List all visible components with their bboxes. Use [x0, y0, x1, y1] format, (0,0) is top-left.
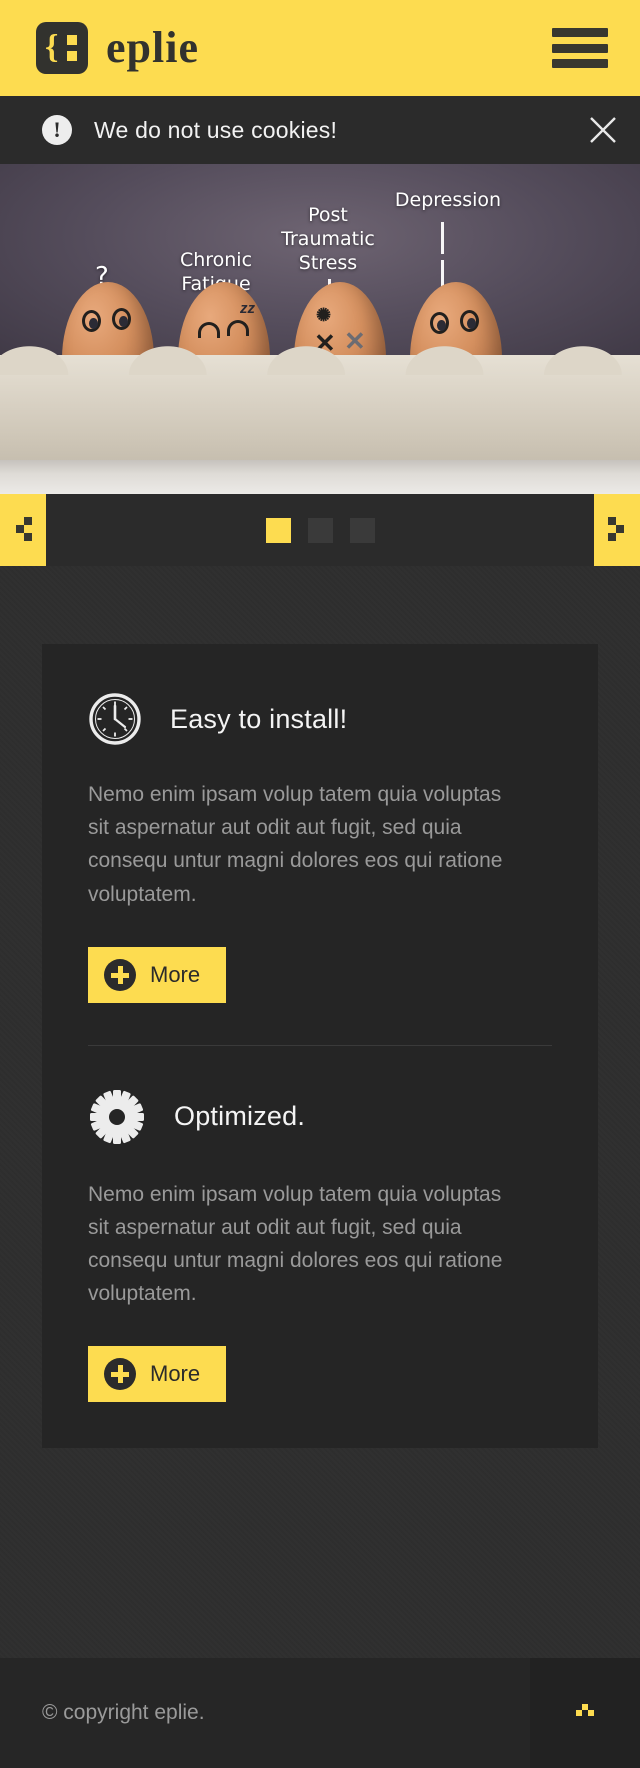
- cookie-notice-bar: ! We do not use cookies!: [0, 96, 640, 164]
- scroll-to-top-button[interactable]: [530, 1658, 640, 1768]
- slider-next-button[interactable]: [594, 494, 640, 566]
- logo-dot-bottom: [67, 51, 77, 61]
- features-card: Easy to install! Nemo enim ipsam volup t…: [42, 644, 598, 1449]
- pixel-arrow-up-icon: [576, 1704, 594, 1716]
- site-footer: © copyright eplie.: [0, 1658, 640, 1768]
- brand-name: eplie: [106, 23, 199, 72]
- swirl-glyph: ✺: [316, 305, 332, 325]
- hamburger-menu-icon[interactable]: [552, 28, 608, 68]
- clock-icon: [89, 693, 141, 745]
- carton-floor: [0, 460, 640, 494]
- more-button-label: More: [150, 1361, 201, 1387]
- plus-circle-icon: [104, 1358, 136, 1391]
- feature-optimized: Optimized. Nemo enim ipsam volup tatem q…: [66, 1088, 574, 1403]
- hamburger-bar-2: [552, 43, 608, 53]
- close-x-icon: [590, 117, 616, 143]
- feature-header: Optimized.: [66, 1088, 574, 1146]
- hero-slider[interactable]: ? Chronic Fatigue Post Traumatic Stress …: [0, 164, 640, 494]
- slider-navigation: [0, 494, 640, 566]
- curly-brace-logo-icon: {: [36, 22, 88, 74]
- feature-body: Nemo enim ipsam volup tatem quia volupta…: [88, 783, 503, 906]
- slide-label-2: Post Traumatic Stress: [281, 204, 375, 274]
- slide-tick-3a: [441, 222, 444, 254]
- feature-title: Easy to install!: [170, 703, 348, 734]
- slider-dot-1[interactable]: [265, 517, 291, 543]
- pixel-arrow-right-icon: [608, 517, 624, 541]
- pixel-arrow-left-icon: [16, 517, 32, 541]
- plus-circle-icon: [104, 958, 136, 991]
- exclamation-circle-icon: !: [42, 115, 72, 145]
- zzz-glyph: zz: [240, 300, 255, 317]
- feature-header: Easy to install!: [66, 692, 574, 746]
- slider-prev-button[interactable]: [0, 494, 46, 566]
- cookie-close-button[interactable]: [566, 96, 640, 164]
- feature-divider: [88, 1044, 552, 1046]
- copyright-text: © copyright eplie.: [42, 1701, 205, 1724]
- more-button-easy-to-install[interactable]: More: [88, 946, 227, 1003]
- feature-body: Nemo enim ipsam volup tatem quia volupta…: [88, 1182, 503, 1306]
- feature-title: Optimized.: [174, 1101, 306, 1132]
- site-header: { eplie: [0, 0, 640, 96]
- slider-dots: [46, 494, 594, 566]
- main-content: Easy to install! Nemo enim ipsam volup t…: [0, 566, 640, 1598]
- hamburger-bar-1: [552, 28, 608, 37]
- logo-dot-top: [67, 35, 77, 45]
- brand-logo[interactable]: { eplie: [36, 22, 199, 74]
- cookie-notice-text: We do not use cookies!: [94, 116, 338, 143]
- feature-easy-to-install: Easy to install! Nemo enim ipsam volup t…: [66, 692, 574, 1003]
- logo-brace-glyph: {: [45, 28, 59, 66]
- gear-icon: [90, 1089, 144, 1144]
- more-button-optimized[interactable]: More: [88, 1346, 227, 1403]
- eye-right: [112, 308, 131, 330]
- hamburger-bar-3: [552, 59, 608, 68]
- slide-label-3: Depression: [394, 189, 502, 211]
- more-button-label: More: [150, 961, 201, 987]
- page-root: { eplie ! We do not use cookies! ? Chron…: [0, 0, 640, 1768]
- slider-dot-2[interactable]: [307, 517, 333, 543]
- slider-dot-3[interactable]: [349, 517, 375, 543]
- slide-image: ? Chronic Fatigue Post Traumatic Stress …: [0, 164, 640, 494]
